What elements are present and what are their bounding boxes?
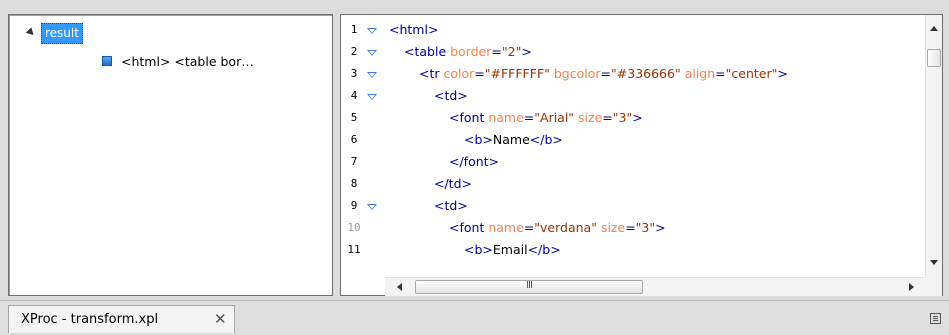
tag-token: = xyxy=(523,220,535,235)
tag-token: > xyxy=(632,110,643,125)
code-line[interactable]: <td> xyxy=(434,195,468,217)
fold-triangle-icon[interactable] xyxy=(367,72,377,78)
tag-token: = xyxy=(602,110,613,125)
attribute-token: name xyxy=(488,110,524,125)
fold-triangle-icon[interactable] xyxy=(367,28,377,34)
tag-token: = xyxy=(491,44,502,59)
line-number: 4 xyxy=(350,89,358,102)
attribute-token: bgcolor xyxy=(553,66,601,81)
tag-token: = xyxy=(474,66,485,81)
tag-token: <td> xyxy=(434,88,468,103)
code-line[interactable]: <html> xyxy=(389,19,438,41)
scroll-down-icon[interactable] xyxy=(930,260,938,265)
tag-token: <table xyxy=(404,44,451,59)
tree-node-html[interactable]: <html> <table bor… xyxy=(102,51,254,71)
tag-token: <html> xyxy=(389,22,439,37)
tab-xproc-transform[interactable]: XProc - transform.xpl ✕ xyxy=(8,305,235,333)
expand-arrow-icon[interactable] xyxy=(25,27,37,38)
code-line[interactable]: <font name="verdana" size="3"> xyxy=(449,217,666,239)
view-menu-icon[interactable] xyxy=(930,313,941,324)
vertical-scroll-thumb[interactable] xyxy=(927,49,941,67)
fold-triangle-icon[interactable] xyxy=(367,204,377,210)
value-token: "3" xyxy=(612,110,633,125)
text-token: Email xyxy=(492,242,528,257)
value-token: "2" xyxy=(501,44,522,59)
attribute-token: size xyxy=(600,220,626,235)
text-token: Name xyxy=(492,132,530,147)
attribute-token: size xyxy=(578,110,603,125)
attribute-token: name xyxy=(488,220,524,235)
tree-node-label[interactable]: <html> <table bor… xyxy=(121,54,254,69)
line-number: 9 xyxy=(350,199,358,212)
attribute-token: border xyxy=(450,44,492,59)
tag-token: = xyxy=(600,66,612,81)
code-area[interactable]: <html> <table border="2"> <tr color="#FFFF… xyxy=(389,15,925,277)
attribute-token: color xyxy=(443,66,475,81)
code-line[interactable]: <td> xyxy=(434,85,468,107)
tag-token: </b> xyxy=(527,242,561,257)
scroll-left-icon[interactable] xyxy=(397,283,402,291)
close-icon[interactable]: ✕ xyxy=(214,311,227,327)
xml-editor[interactable]: 1 2 3 4 5 6 7 8 9 10 11 <html> <table border="2"> <t… xyxy=(340,14,943,296)
tag-token: <td> xyxy=(434,198,468,213)
value-token: "#FFFFFF" xyxy=(484,66,550,81)
attribute-token: align xyxy=(684,66,716,81)
tab-label[interactable]: XProc - transform.xpl xyxy=(21,312,158,327)
result-tree-panel: result <html> <table bor… xyxy=(8,14,333,296)
tag-token: > xyxy=(777,66,788,81)
vertical-scrollbar[interactable] xyxy=(925,15,942,277)
code-line[interactable]: </font> xyxy=(449,151,499,173)
line-number: 10 xyxy=(347,221,361,234)
line-number: 2 xyxy=(350,45,358,58)
line-number: 3 xyxy=(350,67,358,80)
code-line[interactable]: <font name="Arial" size="3"> xyxy=(449,107,643,129)
tag-token: > xyxy=(655,220,666,235)
line-number-gutter: 1 2 3 4 5 6 7 8 9 10 11 xyxy=(341,15,385,277)
fold-triangle-icon[interactable] xyxy=(367,94,377,100)
scrollbar-corner xyxy=(925,277,942,296)
code-line[interactable]: <table border="2"> xyxy=(404,41,532,63)
scroll-up-icon[interactable] xyxy=(930,26,938,31)
tag-token: > xyxy=(521,44,532,59)
code-line[interactable]: <b>Name</b> xyxy=(464,129,563,151)
line-number: 8 xyxy=(350,177,358,190)
tag-token: </font> xyxy=(449,154,500,169)
horizontal-scrollbar[interactable]: III xyxy=(385,277,926,296)
line-number: 11 xyxy=(347,243,361,256)
tag-token: <font xyxy=(449,110,489,125)
line-number: 6 xyxy=(350,133,358,146)
value-token: "center" xyxy=(725,66,778,81)
tag-token: </b> xyxy=(529,132,563,147)
code-line[interactable]: <tr color="#FFFFFF" bgcolor="#336666" al… xyxy=(419,63,788,85)
tag-token: <b> xyxy=(464,242,493,257)
tree-node-result[interactable]: result xyxy=(25,22,83,44)
tag-token: <font xyxy=(449,220,489,235)
value-token: "verdana" xyxy=(534,220,597,235)
tag-token: </td> xyxy=(434,176,472,191)
line-number: 5 xyxy=(350,111,358,124)
scroll-right-icon[interactable] xyxy=(909,283,914,291)
tag-token: = xyxy=(715,66,726,81)
value-token: "Arial" xyxy=(534,110,575,125)
tag-token: = xyxy=(523,110,535,125)
value-token: "3" xyxy=(635,220,656,235)
xproc-result-view: result <html> <table bor… 1 2 3 4 5 6 7 8 9 10 11 … xyxy=(0,0,949,335)
value-token: "#336666" xyxy=(611,66,681,81)
line-number: 7 xyxy=(350,155,358,168)
xml-node-icon xyxy=(102,56,112,66)
tag-token: <b> xyxy=(464,132,493,147)
code-line[interactable]: </td> xyxy=(434,173,472,195)
code-line[interactable]: <b>Email</b> xyxy=(464,239,561,261)
editor-tab-bar: XProc - transform.xpl ✕ xyxy=(0,300,949,335)
line-number: 1 xyxy=(350,23,358,36)
fold-triangle-icon[interactable] xyxy=(367,50,377,56)
tag-token: <tr xyxy=(419,66,444,81)
horizontal-scroll-thumb[interactable]: III xyxy=(415,280,643,294)
tag-token: = xyxy=(625,220,636,235)
tree-node-label[interactable]: result xyxy=(41,22,83,44)
